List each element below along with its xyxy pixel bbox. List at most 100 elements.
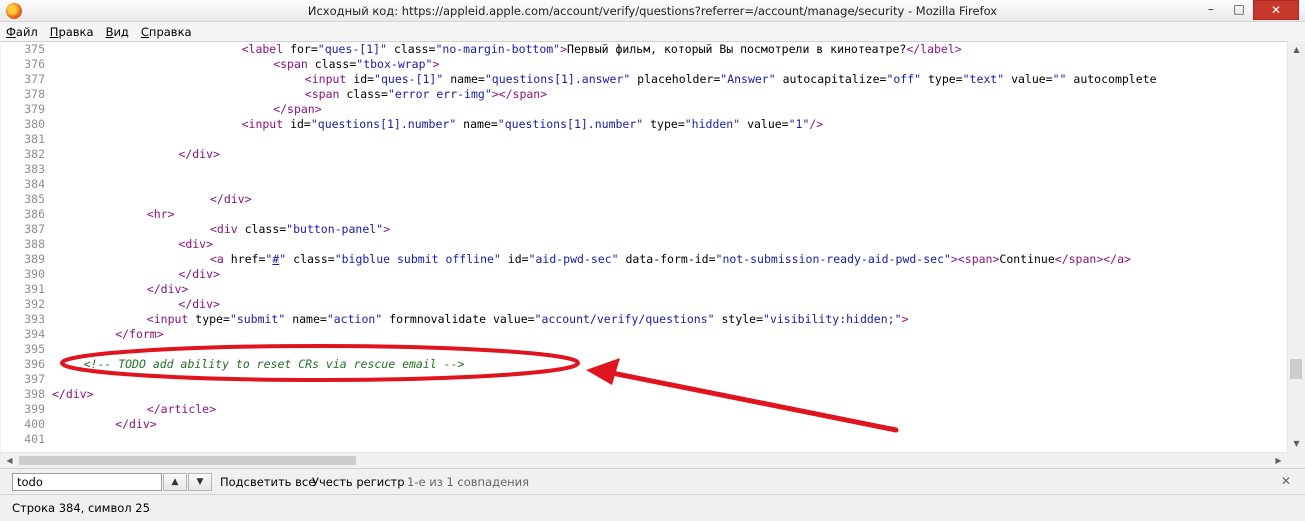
code-token: "ques-[1]" (374, 72, 444, 86)
cursor-position: Строка 384, символ 25 (12, 501, 150, 515)
minimize-button[interactable]: – (1197, 0, 1225, 20)
code-line: 400 </div> (1, 417, 157, 432)
code-token: <input (241, 117, 291, 131)
code-token: > (901, 312, 909, 326)
horizontal-scroll-thumb[interactable] (19, 456, 356, 465)
code-token: "account/verify/questions" (534, 312, 715, 326)
menu-file[interactable]: Файл (6, 25, 38, 39)
code-line: 382 </div> (1, 147, 220, 162)
find-previous-button[interactable]: ▲ (163, 473, 187, 491)
code-line: 389 <a href="#" class="bigblue submit off… (1, 252, 1131, 267)
close-window-button[interactable]: ✕ (1253, 0, 1299, 20)
scroll-up-icon[interactable]: ▲ (1288, 41, 1305, 58)
line-number: 384 (24, 177, 45, 191)
code-token: <a (210, 252, 231, 266)
line-number: 392 (24, 297, 45, 311)
highlight-all-toggle[interactable]: Подсветить все (220, 475, 315, 489)
code-token: "questions[1].answer" (484, 72, 631, 86)
code-token: <hr> (146, 207, 175, 221)
code-content: </article> (52, 402, 216, 416)
code-token: </span></a> (1054, 252, 1131, 266)
line-number: 376 (24, 57, 45, 71)
match-case-toggle[interactable]: Учесть регистр (312, 475, 405, 489)
code-line: 383 (1, 162, 52, 177)
code-token: <span (304, 87, 347, 101)
code-token: </label> (906, 42, 962, 56)
scroll-down-icon[interactable]: ▼ (1288, 435, 1305, 452)
code-token: autocapitalize= (775, 72, 887, 86)
find-input[interactable]: todo (12, 473, 162, 491)
code-token: "aid-pwd-sec" (528, 252, 619, 266)
code-line: 388 <div> (1, 237, 213, 252)
code-token: id= (500, 252, 529, 266)
code-line: 379 </span> (1, 102, 322, 117)
window-titlebar: Исходный код: https://appleid.apple.com/… (0, 0, 1305, 22)
scroll-right-icon[interactable]: ▶ (1270, 453, 1287, 469)
code-token: "Answer" (720, 72, 776, 86)
code-token: name= (456, 117, 498, 131)
status-bar: Строка 384, символ 25 (0, 494, 1305, 521)
code-token: "off" (886, 72, 922, 86)
code-token: for= (290, 42, 318, 56)
code-content: <!-- TODO add ability to reset CRs via r… (52, 357, 465, 371)
horizontal-scrollbar[interactable]: ◀ ▶ (1, 452, 1287, 468)
code-token: <label (241, 42, 291, 56)
line-number: 398 (24, 387, 45, 401)
line-number: 379 (24, 102, 45, 116)
code-content: <input id="ques-[1]" name="questions[1].… (52, 72, 1157, 86)
vertical-scrollbar[interactable]: ▲ ▼ (1287, 41, 1304, 452)
menu-edit[interactable]: Правка (50, 25, 94, 39)
code-content: <div> (52, 237, 213, 251)
maximize-button[interactable]: □ (1225, 0, 1253, 20)
code-token: "questions[1].number" (497, 117, 644, 131)
code-token: type= (195, 312, 230, 326)
find-close-icon[interactable]: ✕ (1281, 474, 1291, 488)
code-token: </form> (115, 327, 164, 341)
code-token: Continue (999, 252, 1055, 266)
code-token: "ques-[1]" (317, 42, 388, 56)
find-next-button[interactable]: ▼ (188, 473, 212, 491)
line-number: 377 (24, 72, 45, 86)
code-line: 391 </div> (1, 282, 188, 297)
line-number: 387 (24, 222, 45, 236)
code-line: 393 <input type="submit" name="action" fo… (1, 312, 908, 327)
code-token: </div> (115, 417, 157, 431)
code-token: href= (230, 252, 266, 266)
code-token: ><span> (950, 252, 1000, 266)
scroll-left-icon[interactable]: ◀ (1, 453, 18, 469)
code-line: 386 <hr> (1, 207, 175, 222)
code-token: "" (1052, 72, 1067, 86)
code-line: 392 </div> (1, 297, 220, 312)
line-number: 375 (24, 42, 45, 56)
code-token: </span> (273, 102, 322, 116)
code-content: </div> (52, 417, 157, 431)
code-line: 377 <input id="ques-[1]" name="questions[… (1, 72, 1157, 87)
code-line: 376 <span class="tbox-wrap"> (1, 57, 439, 72)
source-code-view[interactable]: 375 <label for="ques-[1]" class="no-margi… (1, 41, 1287, 452)
code-content: <a href="#" class="bigblue submit offlin… (52, 252, 1131, 266)
menu-help[interactable]: Справка (141, 25, 192, 39)
code-content: </div> (52, 297, 220, 311)
line-number: 386 (24, 207, 45, 221)
code-token: > (383, 222, 391, 236)
code-token: formnovalidate value= (382, 312, 535, 326)
code-token: autocomplete (1066, 72, 1157, 86)
code-token: name= (285, 312, 327, 326)
window-controls: – □ ✕ (1197, 0, 1299, 20)
code-line: 378 <span class="error err-img"></span> (1, 87, 547, 102)
code-content: <input type="submit" name="action" formn… (52, 312, 909, 326)
code-line: 394 </form> (1, 327, 164, 342)
code-token: <div> (178, 237, 214, 251)
code-token: "tbox-wrap" (356, 57, 433, 71)
code-token: > (560, 42, 568, 56)
line-number: 391 (24, 282, 45, 296)
code-line: 385 </div> (1, 192, 251, 207)
code-token: <div (210, 222, 245, 236)
code-token: <input (146, 312, 196, 326)
code-token: class= (346, 87, 388, 101)
menu-view[interactable]: Вид (106, 25, 129, 39)
vertical-scroll-thumb[interactable] (1290, 359, 1302, 379)
code-line: 381 (1, 132, 52, 147)
code-line: 387 <div class="button-panel"> (1, 222, 390, 237)
code-token: "submit" (229, 312, 286, 326)
